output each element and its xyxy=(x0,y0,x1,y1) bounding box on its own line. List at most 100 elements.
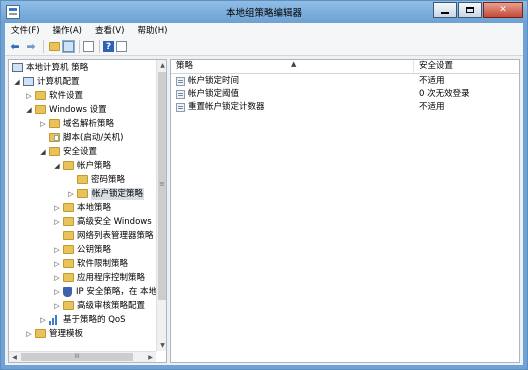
expand-arrow-icon[interactable]: ▷ xyxy=(25,330,33,338)
policy-setting-icon xyxy=(176,102,185,112)
computer-policy-icon xyxy=(12,63,23,72)
expand-arrow-icon[interactable]: ▷ xyxy=(53,274,61,282)
menu-file[interactable]: 文件(F) xyxy=(5,23,47,38)
close-icon: ✕ xyxy=(499,5,507,15)
policy-name: 重置帐户锁定计数器 xyxy=(188,102,265,112)
expand-arrow-icon[interactable]: ▷ xyxy=(39,316,47,324)
collapse-arrow-icon[interactable]: ◢ xyxy=(13,78,21,86)
folder-icon xyxy=(49,119,60,128)
policy-name: 帐户锁定时间 xyxy=(188,76,240,86)
folder-icon xyxy=(63,231,74,240)
back-icon[interactable]: ⬅ xyxy=(8,40,22,54)
tree-node-account-policies[interactable]: ◢ 帐户策略 xyxy=(53,159,111,172)
close-button[interactable]: ✕ xyxy=(483,2,523,18)
properties-icon[interactable] xyxy=(116,41,127,52)
scroll-up-icon[interactable]: ▲ xyxy=(157,60,166,71)
tree-node-policy-qos[interactable]: ▷ 基于策略的 QoS xyxy=(39,313,126,326)
forward-icon[interactable]: ➡ xyxy=(24,40,38,54)
folder-icon xyxy=(63,273,74,282)
app-window: 本地组策略编辑器 ✕ 文件(F) 操作(A) 查看(V) 帮助(H) ⬅ ➡ ? xyxy=(0,0,528,370)
collapse-arrow-icon[interactable]: ◢ xyxy=(39,148,47,156)
tree-node-public-key-policies[interactable]: ▷ 公钥策略 xyxy=(53,243,111,256)
scroll-left-icon[interactable]: ◀ xyxy=(9,352,20,362)
scroll-right-icon[interactable]: ▶ xyxy=(145,352,156,362)
expand-arrow-icon[interactable]: ▷ xyxy=(39,120,47,128)
expand-arrow-icon[interactable]: ▷ xyxy=(53,246,61,254)
expand-arrow-icon[interactable]: ▷ xyxy=(53,204,61,212)
tree-node-security-settings[interactable]: ◢ 安全设置 xyxy=(39,145,97,158)
list-row[interactable]: 重置帐户锁定计数器 不适用 xyxy=(171,101,519,113)
scroll-down-icon[interactable]: ▼ xyxy=(157,340,166,351)
policy-value: 不适用 xyxy=(419,102,445,112)
tree-node-computer-config[interactable]: ◢ 计算机配置 xyxy=(13,75,79,88)
expand-arrow-icon[interactable]: ▷ xyxy=(67,190,75,198)
expand-arrow-icon[interactable]: ▷ xyxy=(53,302,61,310)
tree-node-local-policies[interactable]: ▷ 本地策略 xyxy=(53,201,111,214)
computer-icon xyxy=(23,77,34,86)
folder-icon xyxy=(77,175,88,184)
tree-node-software-settings[interactable]: ▷ 软件设置 xyxy=(25,89,83,102)
policy-value: 不适用 xyxy=(419,76,445,86)
list-row[interactable]: 帐户锁定阈值 0 次无效登录 xyxy=(171,88,519,100)
tree-node-windows-settings[interactable]: ◢ Windows 设置 xyxy=(25,103,106,116)
tree-node-network-list-manager[interactable]: 网络列表管理器策略 xyxy=(53,229,154,242)
column-label: 安全设置 xyxy=(419,61,454,71)
tree-node-name-resolution-policy[interactable]: ▷ 域名解析策略 xyxy=(39,117,114,130)
title-bar[interactable]: 本地组策略编辑器 ✕ xyxy=(1,1,527,23)
folder-icon xyxy=(63,203,74,212)
document-icon xyxy=(49,133,60,142)
tree-node-password-policy[interactable]: 密码策略 xyxy=(67,173,125,186)
expand-arrow-icon[interactable]: ▷ xyxy=(53,260,61,268)
expand-arrow-icon[interactable]: ▷ xyxy=(53,218,61,226)
tree-node-windows-firewall[interactable]: ▷ 高级安全 Windows xyxy=(53,215,151,228)
column-header-policy[interactable]: 策略 ▲ xyxy=(171,60,414,73)
up-folder-icon[interactable] xyxy=(47,40,61,54)
list-row[interactable]: 帐户锁定时间 不适用 xyxy=(171,75,519,87)
column-header-security-setting[interactable]: 安全设置 xyxy=(414,60,519,73)
folder-icon xyxy=(63,161,74,170)
tree-node-ip-security[interactable]: ▷ IP 安全策略，在 本地 xyxy=(53,285,157,298)
tree-node-advanced-audit[interactable]: ▷ 高级审核策略配置 xyxy=(53,299,145,312)
folder-icon xyxy=(63,217,74,226)
scroll-thumb[interactable] xyxy=(158,72,166,300)
tree-node-scripts[interactable]: 脚本(启动/关机) xyxy=(39,131,124,144)
collapse-arrow-icon[interactable]: ◢ xyxy=(25,106,33,114)
minimize-button[interactable] xyxy=(433,2,457,18)
expand-arrow-icon[interactable]: ▷ xyxy=(25,92,33,100)
client-area: 文件(F) 操作(A) 查看(V) 帮助(H) ⬅ ➡ ? 本地计算机 策略 ◢… xyxy=(5,23,523,365)
folder-icon xyxy=(35,329,46,338)
scroll-thumb[interactable] xyxy=(21,353,133,361)
tree-node-admin-templates[interactable]: ▷ 管理模板 xyxy=(25,327,83,340)
policy-value: 0 次无效登录 xyxy=(419,89,470,99)
menu-help[interactable]: 帮助(H) xyxy=(131,23,174,38)
maximize-button[interactable] xyxy=(458,2,482,18)
menu-bar: 文件(F) 操作(A) 查看(V) 帮助(H) xyxy=(5,23,523,38)
show-hide-tree-icon[interactable] xyxy=(62,40,75,53)
tree-horizontal-scrollbar[interactable]: ◀ ▶ xyxy=(9,351,156,362)
tree-node-software-restriction[interactable]: ▷ 软件限制策略 xyxy=(53,257,128,270)
collapse-arrow-icon[interactable]: ◢ xyxy=(53,162,61,170)
help-icon[interactable]: ? xyxy=(103,41,114,52)
folder-icon xyxy=(49,147,60,156)
caption-buttons: ✕ xyxy=(432,2,523,19)
menu-view[interactable]: 查看(V) xyxy=(89,23,131,38)
policy-setting-icon xyxy=(176,76,185,86)
policy-name: 帐户锁定阈值 xyxy=(188,89,240,99)
export-list-icon[interactable] xyxy=(83,41,94,52)
tree-vertical-scrollbar[interactable]: ▲ ▼ xyxy=(156,60,166,351)
list-header: 策略 ▲ 安全设置 xyxy=(171,60,519,74)
menu-action[interactable]: 操作(A) xyxy=(47,23,89,38)
folder-icon xyxy=(77,189,88,198)
folder-icon xyxy=(35,91,46,100)
tree-node-account-lockout-policy[interactable]: ▷ 帐户锁定策略 xyxy=(67,187,145,200)
minimize-icon xyxy=(441,11,449,14)
expand-arrow-icon[interactable]: ▷ xyxy=(53,288,61,296)
folder-icon xyxy=(63,259,74,268)
tree-pane[interactable]: 本地计算机 策略 ◢ 计算机配置 ▷ 软件设置 ◢ Windows 设置 ▷ 域名解析策… xyxy=(8,59,167,363)
tree-node-app-control[interactable]: ▷ 应用程序控制策略 xyxy=(53,271,145,284)
toolbar-separator xyxy=(99,40,100,53)
column-label: 策略 xyxy=(176,61,194,71)
details-pane[interactable]: 策略 ▲ 安全设置 帐户锁定时间 不适用 帐户锁定阈值 0 次无效登录 重置帐户… xyxy=(170,59,520,363)
tree-node-local-computer-policy[interactable]: 本地计算机 策略 xyxy=(12,61,88,74)
policy-setting-icon xyxy=(176,89,185,99)
